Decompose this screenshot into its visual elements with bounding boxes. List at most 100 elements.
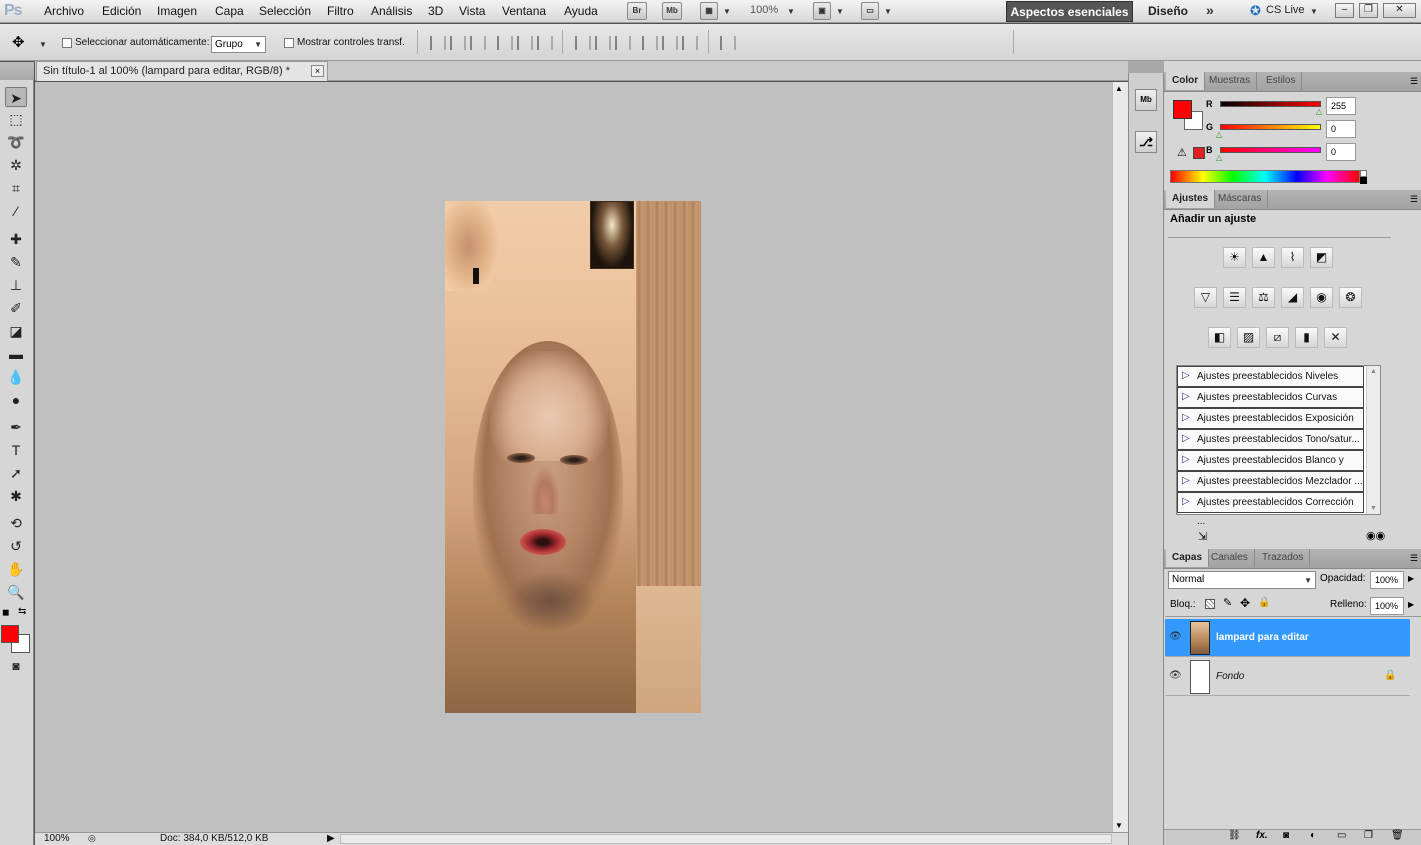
add-mask-icon[interactable]: ◙ <box>1283 830 1289 841</box>
tab-masks[interactable]: Máscaras <box>1212 190 1269 208</box>
scroll-down-icon[interactable]: ▼ <box>1370 505 1377 512</box>
quick-mask-icon[interactable]: ◙ <box>5 656 27 676</box>
panel-menu-icon[interactable]: ☰ <box>1410 76 1418 87</box>
channel-b-input[interactable]: 0 <box>1326 143 1356 161</box>
preset-channel-mixer[interactable]: Ajustes preestablecidos Mezclador ... <box>1177 471 1364 492</box>
link-layers-icon[interactable]: ⛓ <box>1228 830 1241 841</box>
brightness-contrast-icon[interactable]: ☀ <box>1223 247 1246 268</box>
channel-g-slider-thumb[interactable]: △ <box>1216 130 1222 139</box>
tab-paths[interactable]: Trazados <box>1256 549 1311 567</box>
zoom-tool-icon[interactable]: 🔍 <box>5 582 27 602</box>
preset-exposure[interactable]: Ajustes preestablecidos Exposición <box>1177 408 1364 429</box>
preset-hue-saturation[interactable]: Ajustes preestablecidos Tono/satur... <box>1177 429 1364 450</box>
exposure-icon[interactable]: ◩ <box>1310 247 1333 268</box>
chevron-down-icon[interactable]: ▼ <box>787 7 795 16</box>
expand-triangle-icon[interactable]: ▷ <box>1182 370 1190 381</box>
minibridge-button[interactable]: Mb <box>662 2 682 20</box>
tab-styles[interactable]: Estilos <box>1260 72 1303 90</box>
channel-r-slider[interactable] <box>1220 101 1321 107</box>
workspace-essentials-button[interactable]: Aspectos esenciales <box>1006 1 1133 22</box>
menu-filtro[interactable]: Filtro <box>327 4 354 18</box>
clip-to-layer-icon[interactable]: ⇲ <box>1198 530 1207 543</box>
panel-menu-icon[interactable]: ☰ <box>1410 553 1418 564</box>
menu-analisis[interactable]: Análisis <box>371 4 412 18</box>
document-tab[interactable]: Sin título-1 al 100% (lampard para edita… <box>36 61 328 81</box>
menu-vista[interactable]: Vista <box>459 4 485 18</box>
expand-triangle-icon[interactable]: ▷ <box>1182 496 1190 507</box>
vibrance-icon[interactable]: ▽ <box>1194 287 1217 308</box>
panel-menu-icon[interactable]: ☰ <box>1410 194 1418 205</box>
preset-curves[interactable]: Ajustes preestablecidos Curvas <box>1177 387 1364 408</box>
lock-pixels-icon[interactable]: ✎ <box>1223 596 1232 609</box>
chevron-down-icon[interactable]: ▼ <box>39 40 47 49</box>
dock-header[interactable] <box>1128 61 1164 73</box>
channel-r-input[interactable]: 255 <box>1326 97 1356 115</box>
vertical-scrollbar[interactable]: ▲ ▼ <box>1112 82 1128 832</box>
tab-adjustments[interactable]: Ajustes <box>1166 190 1216 208</box>
distribute-hcenter-icon[interactable] <box>662 36 678 50</box>
clone-stamp-tool-icon[interactable]: ⊥ <box>5 275 27 295</box>
marquee-tool-icon[interactable]: ⬚ <box>5 109 27 129</box>
arrange-documents-icon[interactable]: ▣ <box>813 2 831 20</box>
3d-rotate-tool-icon[interactable]: ⟲ <box>5 513 27 533</box>
black-white-icon[interactable]: ◢ <box>1281 287 1304 308</box>
minibridge-panel-button[interactable]: Mb <box>1135 89 1157 111</box>
ramp-white-swatch[interactable] <box>1360 170 1367 177</box>
adjustment-options-icon[interactable]: ◉◉ <box>1366 529 1385 542</box>
chevron-down-icon[interactable]: ▼ <box>884 7 892 16</box>
photo-filter-icon[interactable]: ◉ <box>1310 287 1333 308</box>
fill-slider-arrow-icon[interactable]: ▶ <box>1408 600 1414 609</box>
tab-channels[interactable]: Canales <box>1205 549 1255 567</box>
menu-ayuda[interactable]: Ayuda <box>564 4 598 18</box>
color-panel-foreground-swatch[interactable] <box>1173 100 1192 119</box>
more-workspaces-button[interactable]: » <box>1206 2 1214 18</box>
align-vcenter-icon[interactable] <box>450 36 466 50</box>
threshold-icon[interactable]: ⧄ <box>1266 327 1289 348</box>
align-hcenter-icon[interactable] <box>517 36 533 50</box>
pen-tool-icon[interactable]: ✒ <box>5 417 27 437</box>
hand-tool-icon[interactable]: ✋ <box>5 559 27 579</box>
zoom-level[interactable]: 100% <box>750 4 778 16</box>
menu-archivo[interactable]: Archivo <box>44 4 84 18</box>
expand-triangle-icon[interactable]: ▷ <box>1182 433 1190 444</box>
history-panel-icon[interactable]: ⎇ <box>1135 131 1157 153</box>
tab-color[interactable]: Color <box>1166 72 1206 90</box>
fill-input[interactable]: 100% <box>1370 597 1404 615</box>
levels-icon[interactable]: ▲ <box>1252 247 1275 268</box>
distribute-vcenter-icon[interactable] <box>595 36 611 50</box>
menu-3d[interactable]: 3D <box>428 4 443 18</box>
default-colors-icon[interactable]: ◼ <box>2 607 9 618</box>
new-group-icon[interactable]: ▭ <box>1337 830 1346 841</box>
tools-panel-header[interactable] <box>0 62 34 80</box>
layer-name[interactable]: lampard para editar <box>1216 632 1309 643</box>
lasso-tool-icon[interactable]: ➰ <box>5 132 27 152</box>
eye-icon[interactable]: 👁 <box>1169 670 1185 681</box>
hue-saturation-icon[interactable]: ☰ <box>1223 287 1246 308</box>
distribute-right-icon[interactable] <box>682 36 698 50</box>
healing-brush-tool-icon[interactable]: ✚ <box>5 229 27 249</box>
path-selection-tool-icon[interactable]: ➚ <box>5 463 27 483</box>
auto-select-checkbox[interactable] <box>62 38 72 48</box>
tab-layers[interactable]: Capas <box>1166 549 1210 567</box>
distribute-top-icon[interactable] <box>575 36 591 50</box>
screen-mode-icon[interactable]: ▭ <box>861 2 879 20</box>
expand-triangle-icon[interactable]: ▷ <box>1182 454 1190 465</box>
foreground-color-swatch[interactable] <box>1 625 19 643</box>
delete-layer-icon[interactable]: 🗑 <box>1391 830 1404 841</box>
layer-name[interactable]: Fondo <box>1216 671 1244 682</box>
menu-edicion[interactable]: Edición <box>102 4 141 18</box>
move-tool-icon[interactable]: ✥ <box>12 33 25 51</box>
crop-tool-icon[interactable]: ⌗ <box>5 178 27 198</box>
custom-shape-tool-icon[interactable]: ✱ <box>5 486 27 506</box>
restore-button[interactable]: ❐ <box>1359 3 1378 18</box>
magic-wand-tool-icon[interactable]: ✲ <box>5 155 27 175</box>
selective-color-icon[interactable]: ✕ <box>1324 327 1347 348</box>
preset-levels[interactable]: Ajustes preestablecidos Niveles <box>1177 366 1364 387</box>
curves-icon[interactable]: ⌇ <box>1281 247 1304 268</box>
scroll-down-icon[interactable]: ▼ <box>1115 821 1123 830</box>
bridge-button[interactable]: Br <box>627 2 647 20</box>
close-document-button[interactable]: × <box>311 65 324 77</box>
swap-colors-icon[interactable]: ⇆ <box>18 606 26 617</box>
color-balance-icon[interactable]: ⚖ <box>1252 287 1275 308</box>
gradient-tool-icon[interactable]: ▬ <box>5 344 27 364</box>
